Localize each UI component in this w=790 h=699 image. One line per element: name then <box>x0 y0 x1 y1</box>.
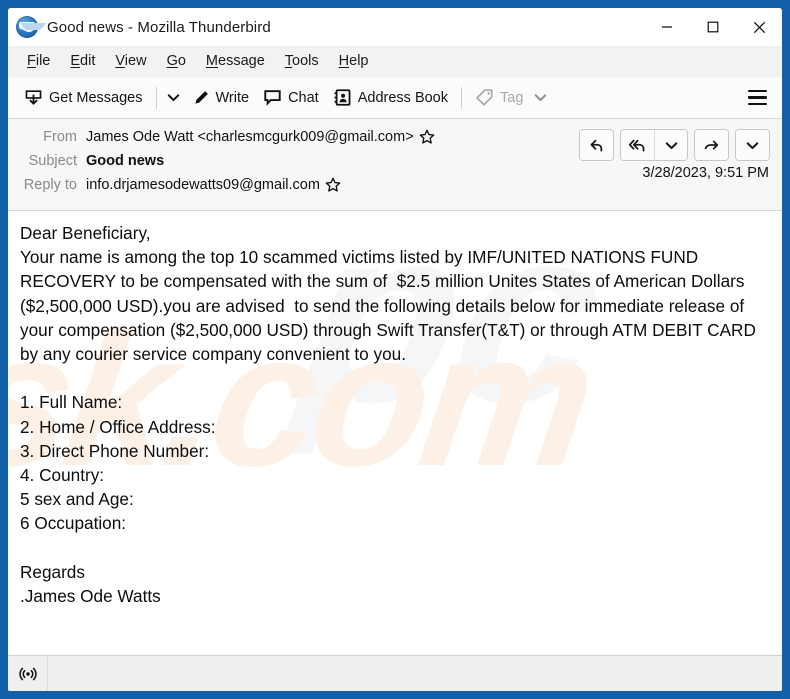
get-messages-label: Get Messages <box>49 89 143 106</box>
chat-button[interactable]: Chat <box>256 82 326 114</box>
hamburger-bar-2 <box>747 96 767 99</box>
reply-all-group <box>620 129 688 161</box>
window-content: Good news - Mozilla Thunderbird File Edi… <box>8 8 782 691</box>
menu-message[interactable]: Message <box>196 50 275 73</box>
reply-group <box>579 129 614 161</box>
menu-view[interactable]: View <box>105 50 156 73</box>
get-messages-dropdown[interactable] <box>163 82 185 114</box>
address-book-label: Address Book <box>357 89 448 106</box>
from-value[interactable]: James Ode Watt <charlesmcgurk009@gmail.c… <box>86 129 414 145</box>
reply-to-value-wrap: info.drjamesodewatts09@gmail.com <box>86 177 341 193</box>
menu-help[interactable]: Help <box>329 50 379 73</box>
forward-group <box>694 129 729 161</box>
write-label: Write <box>215 89 250 106</box>
chat-bubble-icon <box>263 88 282 107</box>
reply-all-button[interactable] <box>621 130 654 160</box>
pencil-icon <box>192 89 210 107</box>
main-toolbar: Get Messages Write Chat Address Book Tag <box>8 77 782 119</box>
message-body: pc sk.com Dear Beneficiary, Your name is… <box>8 211 782 655</box>
menu-bar: File Edit View Go Message Tools Help <box>8 46 782 77</box>
thunderbird-icon <box>16 16 47 38</box>
message-header: From James Ode Watt <charlesmcgurk009@gm… <box>8 119 782 211</box>
window-controls <box>644 8 782 46</box>
from-value-wrap: James Ode Watt <charlesmcgurk009@gmail.c… <box>86 129 435 145</box>
message-action-buttons <box>579 129 770 161</box>
message-date: 3/28/2023, 9:51 PM <box>642 165 769 181</box>
reply-button[interactable] <box>580 130 613 160</box>
thunderbird-window: Good news - Mozilla Thunderbird File Edi… <box>0 0 790 699</box>
reply-to-value[interactable]: info.drjamesodewatts09@gmail.com <box>86 177 320 193</box>
hamburger-bar-1 <box>747 89 767 93</box>
close-button[interactable] <box>736 8 782 46</box>
star-icon-reply-to[interactable] <box>325 177 341 193</box>
chat-label: Chat <box>288 89 319 106</box>
tag-icon <box>475 88 494 107</box>
from-label: From <box>43 129 77 145</box>
status-bar <box>8 655 782 691</box>
reply-to-label: Reply to <box>23 177 77 193</box>
app-menu-button[interactable] <box>740 82 774 114</box>
forward-button[interactable] <box>695 130 728 160</box>
subject-label: Subject <box>28 153 77 169</box>
menu-tools[interactable]: Tools <box>275 50 329 73</box>
address-book-icon <box>333 88 352 107</box>
reply-more-button[interactable] <box>654 130 687 160</box>
other-actions-group <box>735 129 770 161</box>
get-messages-icon <box>24 88 43 107</box>
get-messages-button[interactable]: Get Messages <box>17 82 150 114</box>
message-body-text: Dear Beneficiary, Your name is among the… <box>20 223 756 607</box>
toolbar-divider-1 <box>155 86 157 109</box>
tag-dropdown-icon[interactable] <box>529 82 551 114</box>
address-book-button[interactable]: Address Book <box>326 82 455 114</box>
tag-label: Tag <box>500 89 524 106</box>
subject-value: Good news <box>86 153 165 169</box>
other-actions-button[interactable] <box>736 130 769 160</box>
star-icon-from[interactable] <box>419 129 435 145</box>
menu-edit[interactable]: Edit <box>60 50 105 73</box>
tag-button[interactable]: Tag <box>468 82 558 114</box>
write-button[interactable]: Write <box>185 82 257 114</box>
title-bar: Good news - Mozilla Thunderbird <box>8 8 782 46</box>
menu-go[interactable]: Go <box>157 50 196 73</box>
hamburger-bar-3 <box>747 102 767 106</box>
window-title: Good news - Mozilla Thunderbird <box>47 18 271 36</box>
maximize-button[interactable] <box>690 8 736 46</box>
broadcast-icon[interactable] <box>8 656 48 691</box>
toolbar-divider-2 <box>461 86 462 109</box>
minimize-button[interactable] <box>644 8 690 46</box>
menu-file[interactable]: File <box>17 50 60 73</box>
